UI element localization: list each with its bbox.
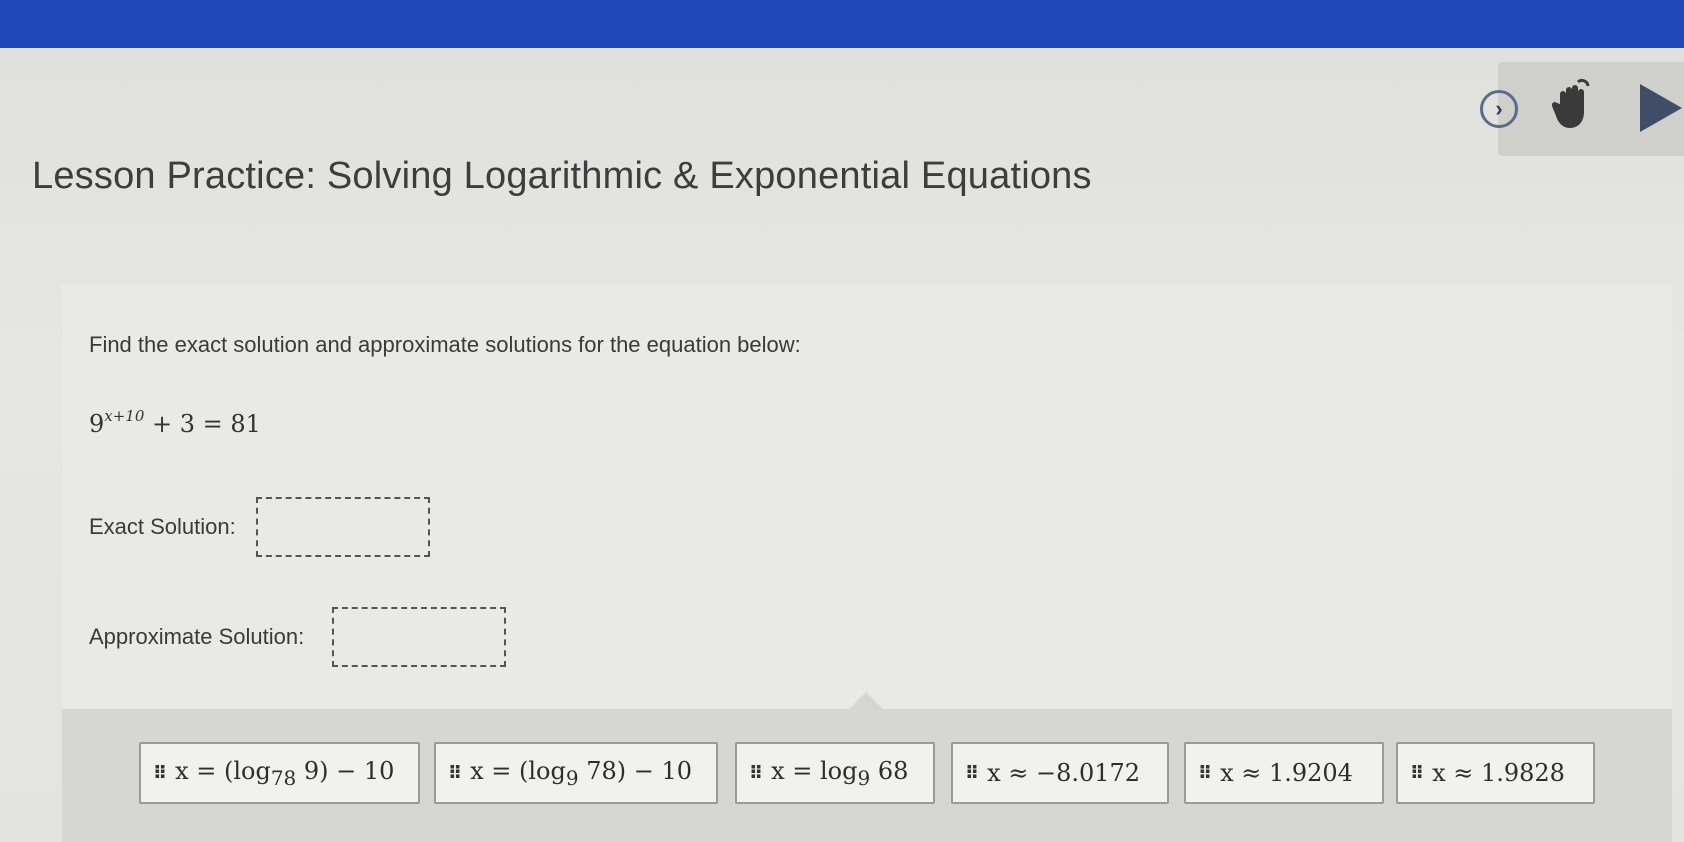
- drag-handle-icon[interactable]: ⠿: [448, 763, 462, 784]
- answer-choice[interactable]: ⠿ x = (log9 78) − 10: [434, 742, 718, 804]
- drag-handle-icon[interactable]: ⠿: [749, 763, 763, 784]
- choice-text: x ≈ 1.9204: [1220, 759, 1353, 787]
- equation: 9x+10 + 3 = 81: [89, 407, 261, 438]
- answer-choice[interactable]: ⠿ x = log9 68: [735, 742, 935, 804]
- drag-handle-icon[interactable]: ⠿: [965, 763, 979, 784]
- drag-handle-icon[interactable]: ⠿: [1410, 763, 1424, 784]
- drag-handle-icon[interactable]: ⠿: [1198, 763, 1212, 784]
- tray-pointer: [848, 692, 884, 710]
- choice-text: x = log9 68: [771, 756, 909, 790]
- choice-text: x ≈ 1.9828: [1432, 759, 1565, 787]
- raise-hand-icon[interactable]: [1552, 78, 1596, 134]
- play-icon[interactable]: [1636, 82, 1684, 134]
- page-title: Lesson Practice: Solving Logarithmic & E…: [32, 155, 1092, 197]
- approximate-solution-label: Approximate Solution:: [89, 624, 305, 649]
- question-prompt: Find the exact solution and approximate …: [89, 332, 801, 357]
- answer-choice[interactable]: ⠿ x ≈ 1.9828: [1396, 742, 1595, 804]
- chevron-right-icon[interactable]: ›: [1480, 90, 1518, 128]
- choice-text: x ≈ −8.0172: [987, 759, 1141, 787]
- choice-text: x = (log9 78) − 10: [470, 756, 692, 790]
- exact-solution-label: Exact Solution:: [89, 514, 236, 539]
- answer-choice[interactable]: ⠿ x = (log78 9) − 10: [139, 742, 420, 804]
- drag-handle-icon[interactable]: ⠿: [153, 763, 167, 784]
- equation-exponent: x+10: [104, 407, 145, 425]
- exact-solution-dropzone[interactable]: [256, 497, 430, 557]
- choice-text: x = (log78 9) − 10: [175, 756, 395, 790]
- answer-choice[interactable]: ⠿ x ≈ 1.9204: [1184, 742, 1384, 804]
- top-bar: [0, 0, 1684, 48]
- answer-choice[interactable]: ⠿ x ≈ −8.0172: [951, 742, 1169, 804]
- approximate-solution-dropzone[interactable]: [332, 607, 506, 667]
- equation-rest: + 3 = 81: [144, 410, 261, 438]
- equation-base: 9: [89, 410, 105, 438]
